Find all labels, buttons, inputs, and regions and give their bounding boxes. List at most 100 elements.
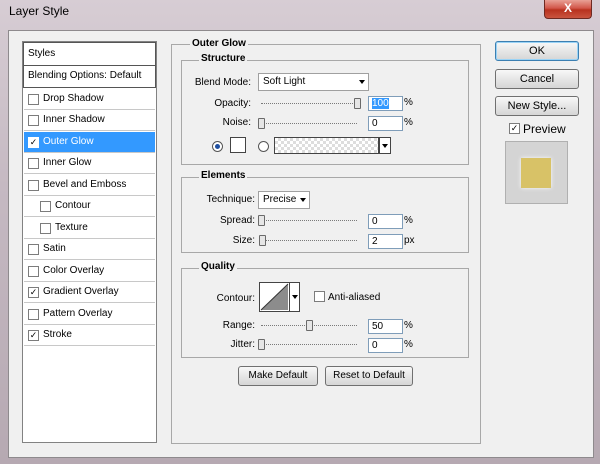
new-style-button[interactable]: New Style... xyxy=(495,96,579,116)
noise-slider-thumb[interactable] xyxy=(258,118,265,129)
contour-preview[interactable] xyxy=(259,282,290,312)
sidebar-item-bevel-and-emboss[interactable]: Bevel and Emboss xyxy=(24,175,155,196)
technique-select[interactable]: Precise xyxy=(258,191,310,209)
contour-label: Contour: xyxy=(216,293,255,304)
size-field[interactable]: 2 xyxy=(368,234,403,249)
preview-swatch xyxy=(521,158,551,188)
size-label: Size: xyxy=(232,235,255,246)
glow-color-swatch[interactable] xyxy=(230,137,246,153)
jitter-slider[interactable] xyxy=(261,344,357,346)
chevron-down-icon xyxy=(300,198,306,202)
anti-aliased-checkbox[interactable] xyxy=(314,291,325,302)
cancel-button[interactable]: Cancel xyxy=(495,69,579,89)
gradient-dropdown[interactable] xyxy=(379,137,391,154)
dialog-body: Styles Blending Options: Default Drop Sha… xyxy=(8,30,594,458)
spread-field[interactable]: 0 xyxy=(368,214,403,229)
sidebar-checkbox[interactable] xyxy=(40,201,51,212)
title-bar[interactable]: Layer Style X xyxy=(0,0,600,24)
anti-aliased-label: Anti-aliased xyxy=(328,292,381,303)
range-label: Range: xyxy=(222,320,255,331)
spread-slider-thumb[interactable] xyxy=(258,215,265,226)
sidebar-checkbox[interactable] xyxy=(28,115,39,126)
sidebar-item-inner-glow[interactable]: Inner Glow xyxy=(24,153,155,174)
jitter-slider-thumb[interactable] xyxy=(258,339,265,350)
noise-slider[interactable] xyxy=(261,123,357,125)
sidebar-item-label: Bevel and Emboss xyxy=(43,179,127,190)
opacity-slider[interactable] xyxy=(261,103,357,105)
sidebar-item-drop-shadow[interactable]: Drop Shadow xyxy=(24,89,155,110)
sidebar-item-texture[interactable]: Texture xyxy=(24,218,155,239)
close-button[interactable]: X xyxy=(544,0,592,19)
check-icon: ✓ xyxy=(510,123,519,133)
sidebar-checkbox[interactable]: ✓ xyxy=(28,287,39,298)
sidebar-checkbox[interactable] xyxy=(28,180,39,191)
sidebar-item-label: Stroke xyxy=(43,329,72,340)
glow-gradient-picker[interactable] xyxy=(274,137,379,154)
size-slider[interactable] xyxy=(261,240,357,242)
outer-glow-title: Outer Glow xyxy=(190,38,248,49)
gradient-radio[interactable] xyxy=(258,141,269,152)
range-slider-thumb[interactable] xyxy=(306,320,313,331)
sidebar-item-label: Pattern Overlay xyxy=(43,308,113,319)
opacity-field[interactable]: 100 xyxy=(368,96,403,111)
ok-button[interactable]: OK xyxy=(495,41,579,61)
size-unit: px xyxy=(404,235,415,246)
opacity-unit: % xyxy=(404,97,413,108)
spread-unit: % xyxy=(404,215,413,226)
sidebar-item-satin[interactable]: Satin xyxy=(24,239,155,260)
styles-list: Styles Blending Options: Default Drop Sha… xyxy=(22,41,157,443)
structure-title: Structure xyxy=(199,53,248,64)
sidebar-item-label: Texture xyxy=(55,222,88,233)
close-icon: X xyxy=(563,1,572,15)
contour-curve-icon xyxy=(260,283,289,311)
sidebar-item-pattern-overlay[interactable]: Pattern Overlay xyxy=(24,304,155,325)
make-default-button[interactable]: Make Default xyxy=(238,366,318,386)
sidebar-item-label: Inner Shadow xyxy=(43,114,105,125)
sidebar-checkbox[interactable] xyxy=(28,94,39,105)
spread-label: Spread: xyxy=(219,215,255,226)
style-preview xyxy=(505,141,568,204)
layer-style-dialog: Layer Style X Styles Blending Options: D… xyxy=(0,0,600,464)
contour-dropdown[interactable] xyxy=(289,282,300,312)
sidebar-checkbox[interactable] xyxy=(28,158,39,169)
sidebar-item-blending-options-default[interactable]: Blending Options: Default xyxy=(23,65,156,88)
opacity-label: Opacity: xyxy=(214,98,251,109)
solid-color-radio[interactable] xyxy=(212,141,223,152)
opacity-slider-thumb[interactable] xyxy=(354,98,361,109)
spread-slider[interactable] xyxy=(261,220,357,222)
sidebar-item-label: Satin xyxy=(43,243,66,254)
jitter-field[interactable]: 0 xyxy=(368,338,403,353)
sidebar-item-inner-shadow[interactable]: Inner Shadow xyxy=(24,110,155,131)
radio-dot xyxy=(215,144,220,149)
chevron-down-icon xyxy=(359,80,365,84)
range-field[interactable]: 50 xyxy=(368,319,403,334)
jitter-label: Jitter: xyxy=(230,339,255,350)
sidebar-item-gradient-overlay[interactable]: ✓ Gradient Overlay xyxy=(24,282,155,303)
preview-checkbox[interactable]: ✓ xyxy=(509,123,520,134)
blend-mode-select[interactable]: Soft Light xyxy=(258,73,369,91)
sidebar-item-label: Drop Shadow xyxy=(43,93,104,104)
sidebar-checkbox[interactable]: ✓ xyxy=(28,330,39,341)
preview-label: Preview xyxy=(523,122,566,136)
sidebar-item-color-overlay[interactable]: Color Overlay xyxy=(24,261,155,282)
sidebar-item-label: Outer Glow xyxy=(43,136,94,147)
sidebar-item-label: Gradient Overlay xyxy=(43,286,119,297)
noise-unit: % xyxy=(404,117,413,128)
noise-field[interactable]: 0 xyxy=(368,116,403,131)
sidebar-checkbox[interactable] xyxy=(28,309,39,320)
sidebar-item-label: Color Overlay xyxy=(43,265,105,276)
technique-label: Technique: xyxy=(206,194,255,205)
styles-header[interactable]: Styles xyxy=(23,42,156,66)
sidebar-item-outer-glow[interactable]: ✓ Outer Glow xyxy=(24,132,155,153)
sidebar-checkbox[interactable] xyxy=(28,266,39,277)
reset-to-default-button[interactable]: Reset to Default xyxy=(325,366,413,386)
sidebar-checkbox[interactable] xyxy=(40,223,51,234)
size-slider-thumb[interactable] xyxy=(258,235,266,246)
sidebar-checkbox[interactable]: ✓ xyxy=(28,137,39,148)
sidebar-item-contour[interactable]: Contour xyxy=(24,196,155,217)
quality-title: Quality xyxy=(199,261,237,272)
range-unit: % xyxy=(404,320,413,331)
sidebar-item-stroke[interactable]: ✓ Stroke xyxy=(24,325,155,346)
elements-title: Elements xyxy=(199,170,248,181)
sidebar-checkbox[interactable] xyxy=(28,244,39,255)
